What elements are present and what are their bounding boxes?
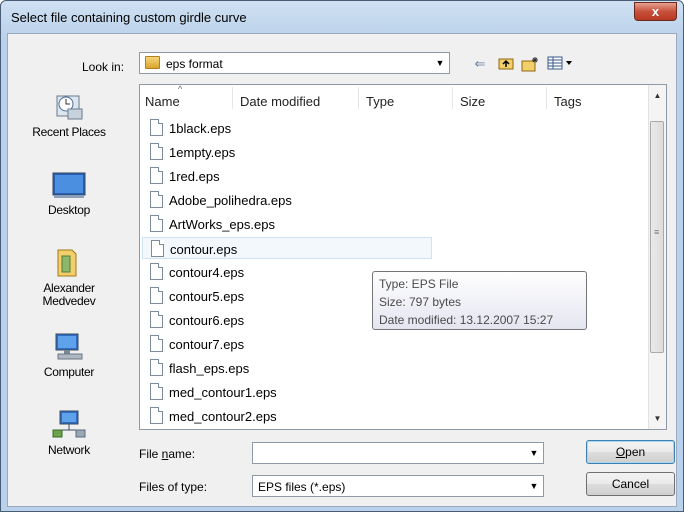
vertical-scrollbar[interactable]: ▲ ≡ ▼ — [648, 85, 666, 429]
recent-places-icon — [52, 92, 86, 122]
file-name: 1empty.eps — [169, 145, 236, 160]
column-size[interactable]: Size — [460, 94, 485, 109]
place-label: Recent Places — [32, 125, 106, 139]
column-type[interactable]: Type — [366, 94, 394, 109]
scrollbar-thumb[interactable]: ≡ — [650, 121, 664, 353]
column-name[interactable]: Name — [145, 94, 180, 109]
file-name: 1red.eps — [169, 169, 220, 184]
filetype-label: Files of type: — [139, 480, 208, 494]
window-title: Select file containing custom girdle cur… — [11, 10, 247, 25]
lookin-value: eps format — [166, 57, 223, 71]
file-row[interactable]: contour7.eps — [142, 333, 432, 355]
filetype-select[interactable]: EPS files (*.eps) ▼ — [252, 475, 544, 497]
place-network[interactable]: Network — [7, 410, 131, 457]
file-name: contour7.eps — [169, 337, 245, 352]
open-button[interactable]: Open — [586, 440, 675, 464]
chevron-down-icon[interactable]: ▼ — [526, 477, 542, 495]
file-name: ArtWorks_eps.eps — [169, 217, 275, 232]
file-row[interactable]: contour.eps — [142, 237, 432, 259]
column-divider[interactable] — [546, 87, 547, 109]
document-icon — [150, 191, 163, 208]
file-name: contour6.eps — [169, 313, 245, 328]
file-row[interactable]: 1black.eps — [142, 117, 432, 139]
file-name: contour4.eps — [169, 265, 245, 280]
filename-label: File name: — [139, 447, 196, 461]
file-name: contour5.eps — [169, 289, 245, 304]
file-name: 1black.eps — [169, 121, 232, 136]
column-header: Name ^ Date modified Type Size Tags — [140, 85, 650, 111]
grip-icon: ≡ — [654, 227, 660, 237]
file-name: contour.eps — [170, 242, 238, 257]
place-label: Alexander Medvedev — [42, 281, 96, 308]
file-name: med_contour2.eps — [169, 409, 277, 424]
desktop-icon — [52, 170, 86, 200]
lookin-label: Look in: — [82, 60, 125, 74]
place-recent-places[interactable]: Recent Places — [7, 92, 131, 139]
file-row[interactable]: 1empty.eps — [142, 141, 432, 163]
place-label: Desktop — [48, 203, 90, 217]
scroll-down-arrow-icon[interactable]: ▼ — [649, 410, 666, 427]
document-icon — [150, 335, 163, 352]
file-name: med_contour1.eps — [169, 385, 277, 400]
scroll-up-arrow-icon[interactable]: ▲ — [649, 87, 666, 104]
network-icon — [52, 410, 86, 440]
back-icon[interactable]: ⇐ — [470, 56, 490, 72]
document-icon — [150, 167, 163, 184]
open-label: Open — [615, 445, 646, 459]
chevron-down-icon[interactable]: ▼ — [526, 444, 542, 462]
column-date-modified[interactable]: Date modified — [240, 94, 320, 109]
file-row[interactable]: med_contour2.eps — [142, 405, 432, 427]
tooltip-size: Size: 797 bytes — [379, 295, 462, 309]
file-name: Adobe_polihedra.eps — [169, 193, 292, 208]
document-icon — [150, 359, 163, 376]
column-divider[interactable] — [358, 87, 359, 109]
place-label: Computer — [43, 365, 95, 379]
column-divider[interactable] — [232, 87, 233, 109]
file-name: flash_eps.eps — [169, 361, 250, 376]
document-icon — [150, 263, 163, 280]
sort-arrow-icon: ^ — [178, 84, 183, 94]
file-row[interactable]: med_contour1.eps — [142, 381, 432, 403]
new-folder-icon[interactable] — [520, 56, 540, 72]
place-computer[interactable]: Computer — [7, 332, 131, 379]
up-folder-icon[interactable] — [496, 56, 516, 72]
place-label: Network — [48, 443, 90, 457]
places-bar: Recent Places Desktop Alexander Medvedev… — [7, 84, 131, 472]
cancel-button[interactable]: Cancel — [586, 472, 675, 496]
computer-icon — [52, 332, 86, 362]
document-icon — [150, 311, 163, 328]
place-desktop[interactable]: Desktop — [7, 170, 131, 217]
tooltip-date: Date modified: 13.12.2007 15:27 — [379, 313, 554, 327]
title-bar[interactable]: Select file containing custom girdle cur… — [1, 1, 683, 33]
tooltip-type: Type: EPS File — [379, 277, 459, 291]
lookin-dropdown[interactable]: eps format ▼ — [139, 52, 450, 74]
place-user[interactable]: Alexander Medvedev — [7, 248, 131, 308]
filetype-value: EPS files (*.eps) — [258, 480, 346, 494]
filename-input[interactable]: ▼ — [252, 442, 544, 464]
chevron-down-icon[interactable]: ▼ — [432, 54, 448, 72]
document-icon — [151, 240, 164, 257]
file-row[interactable]: Adobe_polihedra.eps — [142, 189, 432, 211]
document-icon — [150, 407, 163, 424]
file-info-tooltip: Type: EPS File Size: 797 bytes Date modi… — [372, 271, 587, 330]
user-folder-icon — [52, 248, 86, 278]
close-button[interactable]: x — [634, 2, 677, 21]
column-tags[interactable]: Tags — [554, 94, 581, 109]
file-row[interactable]: flash_eps.eps — [142, 357, 432, 379]
document-icon — [150, 215, 163, 232]
document-icon — [150, 383, 163, 400]
file-row[interactable]: ArtWorks_eps.eps — [142, 213, 432, 235]
column-divider[interactable] — [452, 87, 453, 109]
view-menu-icon[interactable] — [546, 56, 576, 72]
file-list[interactable]: Name ^ Date modified Type Size Tags 1bla… — [139, 84, 667, 430]
document-icon — [150, 287, 163, 304]
folder-icon — [145, 56, 160, 69]
file-row[interactable]: 1red.eps — [142, 165, 432, 187]
document-icon — [150, 143, 163, 160]
document-icon — [150, 119, 163, 136]
